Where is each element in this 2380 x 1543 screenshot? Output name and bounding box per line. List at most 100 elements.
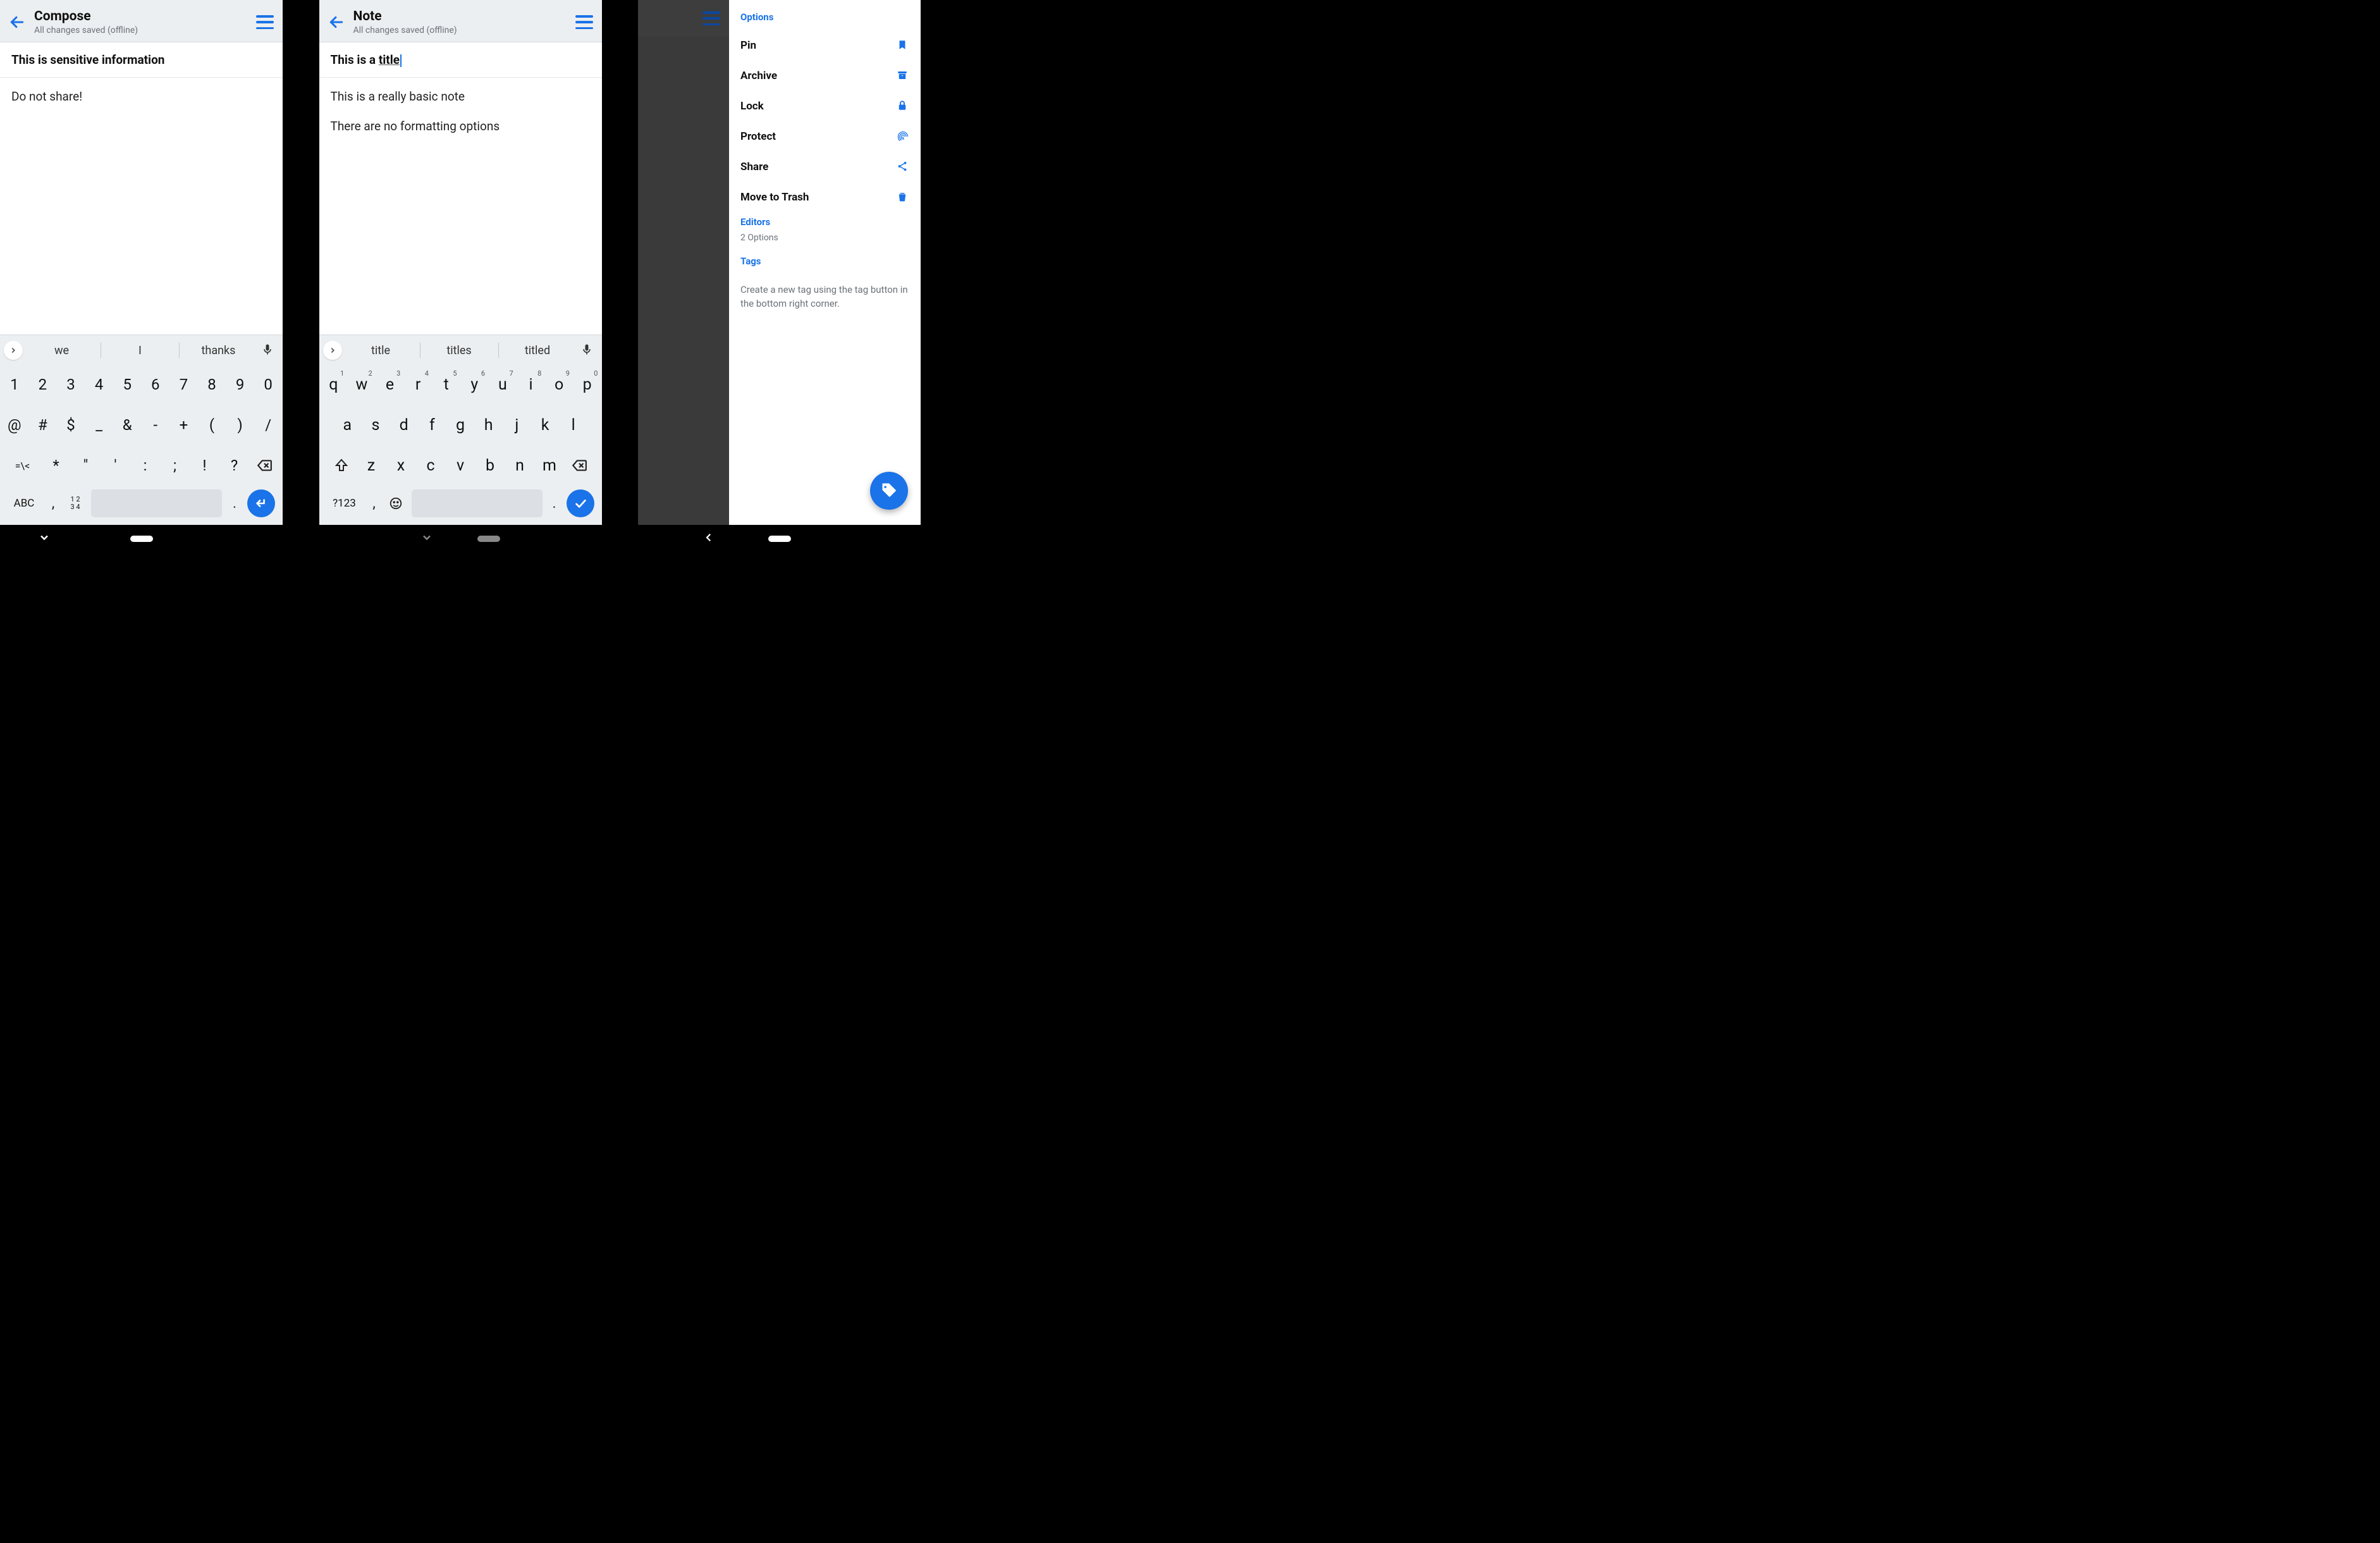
key[interactable]: c: [417, 449, 445, 482]
back-arrow-icon[interactable]: [328, 14, 345, 30]
editors-subtext[interactable]: 2 Options: [740, 233, 909, 243]
add-tag-fab[interactable]: [870, 472, 908, 510]
key[interactable]: _: [86, 409, 113, 441]
key[interactable]: n: [506, 449, 534, 482]
key[interactable]: 1: [1, 368, 28, 401]
menu-icon[interactable]: [256, 15, 274, 29]
suggestion[interactable]: thanks: [182, 339, 255, 362]
nav-collapse-icon[interactable]: [420, 531, 433, 547]
key[interactable]: y6: [462, 368, 488, 401]
mic-icon[interactable]: [580, 343, 594, 357]
key[interactable]: ;: [161, 449, 189, 482]
suggestion[interactable]: we: [25, 339, 98, 362]
key[interactable]: z: [357, 449, 385, 482]
key[interactable]: o9: [546, 368, 572, 401]
option-archive[interactable]: Archive: [740, 61, 909, 91]
key[interactable]: f: [419, 409, 446, 441]
note-body[interactable]: This is a really basic note There are no…: [319, 78, 602, 335]
nav-collapse-icon[interactable]: [38, 531, 51, 547]
key-comma[interactable]: ,: [47, 489, 59, 517]
key[interactable]: m: [536, 449, 563, 482]
key[interactable]: w2: [348, 368, 375, 401]
mode-switch-key[interactable]: ?123: [327, 489, 362, 517]
key[interactable]: 8: [199, 368, 225, 401]
key[interactable]: 9: [227, 368, 254, 401]
key[interactable]: &: [114, 409, 140, 441]
key[interactable]: j: [504, 409, 531, 441]
dimmed-background[interactable]: [638, 0, 729, 525]
backspace-icon[interactable]: [565, 449, 593, 482]
nav-home-pill[interactable]: [768, 536, 791, 542]
mic-icon[interactable]: [261, 343, 275, 357]
note-title[interactable]: This is sensitive information: [0, 42, 283, 78]
back-arrow-icon[interactable]: [9, 14, 25, 30]
key[interactable]: @: [1, 409, 28, 441]
key-comma[interactable]: ,: [369, 489, 380, 517]
option-protect[interactable]: Protect: [740, 121, 909, 152]
key[interactable]: b: [476, 449, 504, 482]
key[interactable]: :: [132, 449, 159, 482]
numpad-hint-key[interactable]: 1 2 3 4: [66, 489, 85, 517]
key[interactable]: 2: [30, 368, 56, 401]
space-key[interactable]: [412, 489, 543, 517]
key[interactable]: -: [142, 409, 169, 441]
key[interactable]: 3: [58, 368, 84, 401]
key[interactable]: (: [199, 409, 225, 441]
key[interactable]: *: [42, 449, 70, 482]
menu-icon[interactable]: [702, 11, 720, 25]
suggestion[interactable]: I: [104, 339, 176, 362]
emoji-key[interactable]: [386, 489, 405, 517]
symbols-key[interactable]: =\<: [5, 449, 40, 482]
key[interactable]: t5: [433, 368, 460, 401]
key[interactable]: ?: [221, 449, 248, 482]
key[interactable]: l: [560, 409, 587, 441]
shift-key[interactable]: [328, 449, 355, 482]
suggestion[interactable]: titled: [501, 339, 574, 362]
key-period[interactable]: .: [549, 489, 560, 517]
enter-key[interactable]: [247, 489, 275, 517]
key[interactable]: 7: [171, 368, 197, 401]
menu-icon[interactable]: [575, 15, 593, 29]
nav-home-pill[interactable]: [477, 536, 500, 542]
key[interactable]: p0: [574, 368, 601, 401]
key[interactable]: 5: [114, 368, 140, 401]
key[interactable]: u7: [489, 368, 516, 401]
key[interactable]: ): [227, 409, 254, 441]
option-trash[interactable]: Move to Trash: [740, 182, 909, 212]
option-share[interactable]: Share: [740, 152, 909, 182]
nav-back-icon[interactable]: [703, 531, 715, 546]
key[interactable]: x: [387, 449, 415, 482]
key[interactable]: 4: [86, 368, 113, 401]
key[interactable]: 0: [255, 368, 281, 401]
option-lock[interactable]: Lock: [740, 91, 909, 121]
backspace-icon[interactable]: [250, 449, 278, 482]
note-title[interactable]: This is a title: [319, 42, 602, 78]
key[interactable]: q1: [321, 368, 347, 401]
key[interactable]: #: [30, 409, 56, 441]
key[interactable]: s: [362, 409, 389, 441]
option-pin[interactable]: Pin: [740, 30, 909, 61]
key[interactable]: $: [58, 409, 84, 441]
key[interactable]: g: [447, 409, 474, 441]
key[interactable]: !: [191, 449, 219, 482]
done-key[interactable]: [567, 489, 594, 517]
expand-suggestions-icon[interactable]: [323, 341, 342, 360]
key[interactable]: r4: [405, 368, 431, 401]
key[interactable]: k: [532, 409, 558, 441]
key[interactable]: ': [102, 449, 130, 482]
key[interactable]: v: [446, 449, 474, 482]
key-period[interactable]: .: [228, 489, 241, 517]
expand-suggestions-icon[interactable]: [4, 341, 23, 360]
key[interactable]: h: [475, 409, 502, 441]
key[interactable]: ": [72, 449, 100, 482]
key[interactable]: +: [171, 409, 197, 441]
suggestion[interactable]: title: [345, 339, 417, 362]
key[interactable]: 6: [142, 368, 169, 401]
key[interactable]: a: [334, 409, 360, 441]
note-body[interactable]: Do not share!: [0, 78, 283, 335]
space-key[interactable]: [91, 489, 222, 517]
key[interactable]: i8: [518, 368, 544, 401]
mode-switch-key[interactable]: ABC: [8, 489, 40, 517]
suggestion[interactable]: titles: [423, 339, 496, 362]
key[interactable]: /: [255, 409, 281, 441]
